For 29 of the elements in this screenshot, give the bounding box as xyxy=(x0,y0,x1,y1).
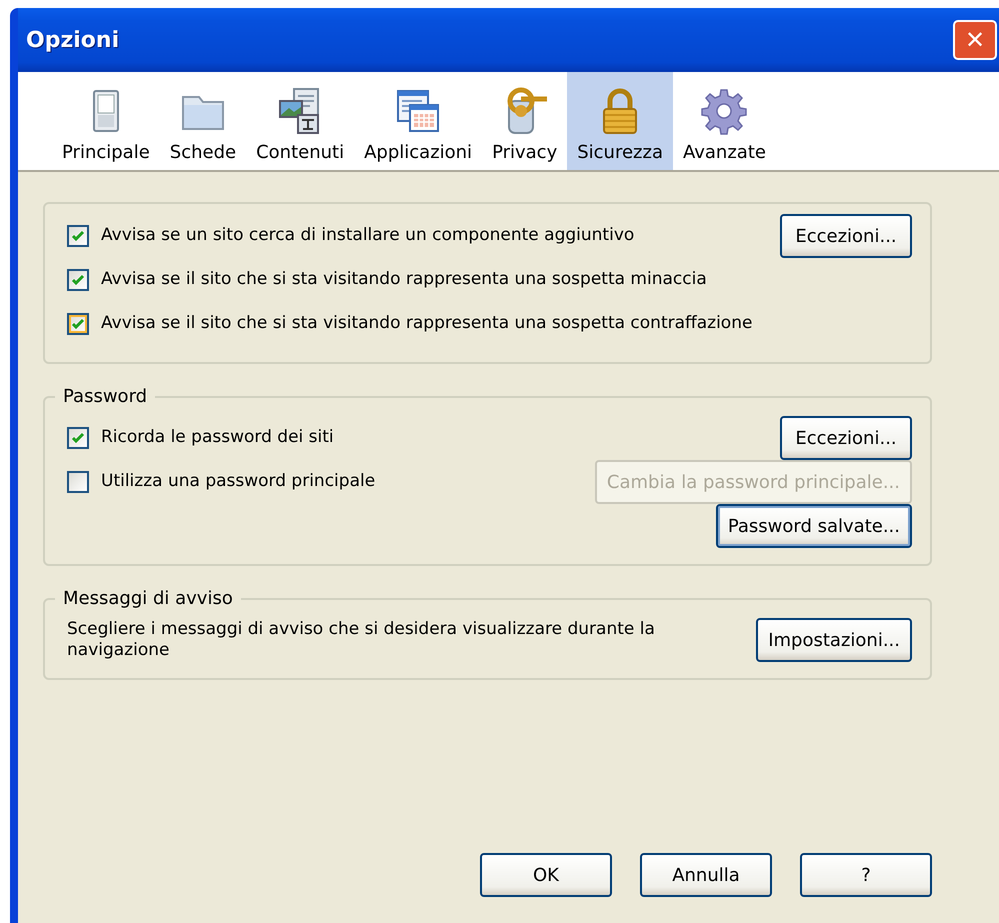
close-button[interactable]: ✕ xyxy=(953,20,997,60)
checkbox[interactable]: Avvisa se un sito cerca di installare un componente aggiuntivo xyxy=(67,223,634,249)
check-icon xyxy=(71,317,85,331)
button[interactable]: Impostazioni... xyxy=(756,618,912,662)
tab[interactable]: Sicurezza xyxy=(567,72,673,170)
gear-icon xyxy=(700,87,748,135)
check-icon xyxy=(71,273,85,287)
dialog-button[interactable]: OK xyxy=(480,853,612,897)
tab[interactable]: Privacy xyxy=(482,72,568,170)
group-title: Messaggi di avviso xyxy=(62,590,234,608)
button[interactable]: Eccezioni... xyxy=(780,416,912,460)
tab[interactable]: Applicazioni xyxy=(354,72,482,170)
group-title: Password xyxy=(62,388,148,406)
tab[interactable]: Contenuti xyxy=(246,72,354,170)
checkbox[interactable]: Ricorda le password dei siti xyxy=(67,425,334,451)
checkbox[interactable]: Avvisa se il sito che si sta visitando rappresenta una sospetta contraffazione xyxy=(67,311,752,337)
check-icon xyxy=(71,229,85,243)
tab[interactable]: Principale xyxy=(52,72,160,170)
button[interactable]: Eccezioni... xyxy=(780,214,912,258)
tab[interactable]: Schede xyxy=(160,72,246,170)
tab[interactable]: Avanzate xyxy=(672,72,776,170)
dialog-button[interactable]: Annulla xyxy=(640,853,772,897)
window-title: Opzioni xyxy=(26,26,120,54)
checkbox[interactable]: Utilizza una password principale xyxy=(67,469,376,495)
description-text: Scegliere i messaggi di avviso che si desidera visualizzare durante la navigazione xyxy=(67,618,656,662)
checkbox[interactable]: Avvisa se il sito che si sta visitando rappresenta una sospetta minaccia xyxy=(67,267,707,293)
check-icon xyxy=(71,431,85,445)
dialog-button[interactable]: ? xyxy=(800,853,932,897)
button[interactable]: Password salvate... xyxy=(716,504,912,548)
